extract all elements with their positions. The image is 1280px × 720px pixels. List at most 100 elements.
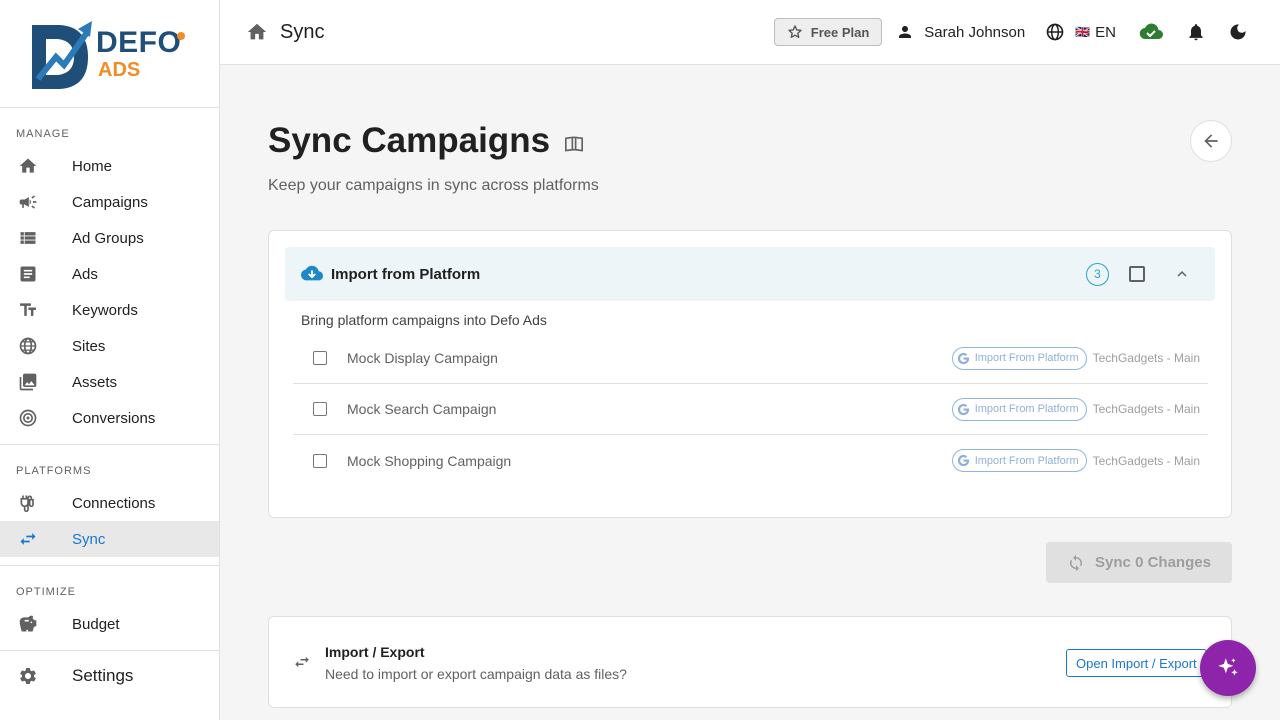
sidebar-item-ads[interactable]: Ads <box>0 256 219 292</box>
sidebar-item-label: Ad Groups <box>72 229 144 247</box>
google-g-icon <box>956 402 971 417</box>
sidebar-item-label: Settings <box>72 666 134 685</box>
arrow-left-icon <box>1201 131 1221 151</box>
sidebar-item-sites[interactable]: Sites <box>0 328 219 364</box>
home-icon[interactable] <box>246 21 268 43</box>
sidebar-item-settings[interactable]: Settings <box>0 651 219 701</box>
campaign-checkbox[interactable] <box>313 453 327 468</box>
page-title-text: Sync Campaigns <box>268 121 551 160</box>
import-card: Import from Platform 3 Bring platform ca… <box>268 230 1232 518</box>
top-bar: Sync Free Plan Sarah Johnson 🇬🇧 EN <box>220 0 1280 65</box>
sidebar-item-label: Sites <box>72 337 106 355</box>
count-badge: 3 <box>1086 262 1109 286</box>
list-icon <box>18 228 38 248</box>
import-from-platform-chip: Import From Platform <box>951 346 1087 370</box>
campaign-row[interactable]: Mock Display Campaign Import From Platfo… <box>293 333 1208 384</box>
free-plan-button[interactable]: Free Plan <box>773 18 883 46</box>
campaign-name: Mock Search Campaign <box>347 401 497 417</box>
campaign-checkbox[interactable] <box>313 351 327 365</box>
import-card-title: Import from Platform <box>331 265 481 283</box>
sidebar-item-assets[interactable]: Assets <box>0 364 219 400</box>
import-card-header[interactable]: Import from Platform 3 <box>285 247 1215 301</box>
account-name: TechGadgets - Main <box>1092 351 1200 365</box>
back-button[interactable] <box>1190 120 1232 162</box>
language-code: EN <box>1095 23 1116 41</box>
campaign-row[interactable]: Mock Shopping Campaign Import From Platf… <box>293 435 1208 486</box>
globe-icon <box>1045 22 1065 42</box>
spark-icon <box>177 31 186 40</box>
open-import-export-button[interactable]: Open Import / Export <box>1066 649 1207 677</box>
page-subtitle: Keep your campaigns in sync across platf… <box>268 177 599 194</box>
sidebar-item-label: Home <box>72 157 113 175</box>
uk-flag-icon: 🇬🇧 <box>1075 25 1091 39</box>
image-icon <box>18 372 38 392</box>
brand-name-top: DEFO <box>96 25 182 59</box>
page-breadcrumb-title: Sync <box>280 20 325 43</box>
campaign-row[interactable]: Mock Search Campaign Import From Platfor… <box>293 384 1208 435</box>
page-title: Sync Campaigns <box>268 121 584 161</box>
logo-mark-icon <box>30 17 94 91</box>
sidebar-item-connections[interactable]: Connections <box>0 485 219 521</box>
brand-logo[interactable]: DEFO ADS <box>0 0 219 108</box>
sidebar-item-budget[interactable]: Budget <box>0 606 219 642</box>
sidebar-item-campaigns[interactable]: Campaigns <box>0 184 219 220</box>
sidebar-item-label: Campaigns <box>72 193 148 211</box>
sidebar-item-sync[interactable]: Sync <box>0 521 219 557</box>
star-icon <box>787 24 803 40</box>
person-icon <box>896 23 914 41</box>
document-icon <box>18 264 38 284</box>
campaign-name: Mock Shopping Campaign <box>347 452 512 469</box>
sync-arrows-icon <box>18 529 38 549</box>
sidebar-item-ad-groups[interactable]: Ad Groups <box>0 220 219 256</box>
piggy-bank-icon <box>18 614 38 634</box>
ai-assistant-button[interactable] <box>1200 640 1256 696</box>
bell-icon[interactable] <box>1186 22 1206 42</box>
target-icon <box>18 408 38 428</box>
sync-icon <box>1067 554 1085 572</box>
brand-name-bottom: ADS <box>98 58 141 81</box>
plug-icon <box>18 493 38 513</box>
text-icon <box>18 300 38 320</box>
import-export-description: Need to import or export campaign data a… <box>325 666 627 682</box>
sidebar-item-conversions[interactable]: Conversions <box>0 400 219 436</box>
import-from-platform-chip: Import From Platform <box>951 449 1087 472</box>
user-name: Sarah Johnson <box>924 23 1026 41</box>
swap-arrows-icon <box>293 653 311 671</box>
book-icon[interactable] <box>564 135 584 153</box>
user-menu[interactable]: Sarah Johnson <box>896 23 1025 41</box>
sidebar-item-keywords[interactable]: Keywords <box>0 292 219 328</box>
sidebar-item-label: Ads <box>72 265 98 283</box>
import-export-title: Import / Export <box>325 644 425 660</box>
sidebar-item-label: Assets <box>72 373 118 391</box>
sync-changes-button[interactable]: Sync 0 Changes <box>1046 542 1232 583</box>
chevron-up-icon[interactable] <box>1173 265 1191 283</box>
account-name: TechGadgets - Main <box>1092 402 1200 416</box>
sidebar-item-home[interactable]: Home <box>0 148 219 184</box>
main-content: Sync Campaigns Keep your campaigns in sy… <box>220 65 1280 720</box>
chip-label: Import From Platform <box>974 352 1079 364</box>
google-g-icon <box>956 453 971 468</box>
account-name: TechGadgets - Main <box>1092 453 1200 468</box>
cloud-check-icon[interactable] <box>1138 21 1164 43</box>
sidebar-item-label: Budget <box>72 615 120 633</box>
sync-button-label: Sync 0 Changes <box>1095 554 1211 571</box>
language-selector[interactable]: 🇬🇧 EN <box>1045 22 1116 42</box>
chip-label: Import From Platform <box>974 403 1079 415</box>
select-all-checkbox[interactable] <box>1129 266 1145 282</box>
campaign-name: Mock Display Campaign <box>347 350 498 366</box>
sidebar-item-label: Connections <box>72 494 156 512</box>
import-export-card: Import / Export Need to import or export… <box>268 616 1232 708</box>
dark-mode-icon[interactable] <box>1228 22 1248 42</box>
sidebar-item-label: Keywords <box>72 301 138 319</box>
gear-icon <box>18 666 38 686</box>
sidebar-item-label: Conversions <box>72 409 156 427</box>
section-title-optimize: OPTIMIZE <box>16 586 76 598</box>
campaign-checkbox[interactable] <box>313 402 327 416</box>
section-title-platforms: PLATFORMS <box>16 465 92 477</box>
import-from-platform-chip: Import From Platform <box>951 397 1087 421</box>
megaphone-icon <box>18 192 38 212</box>
plan-label: Free Plan <box>810 24 870 40</box>
sidebar-item-label: Sync <box>72 530 106 548</box>
cloud-download-icon <box>301 264 323 284</box>
google-g-icon <box>956 351 971 366</box>
